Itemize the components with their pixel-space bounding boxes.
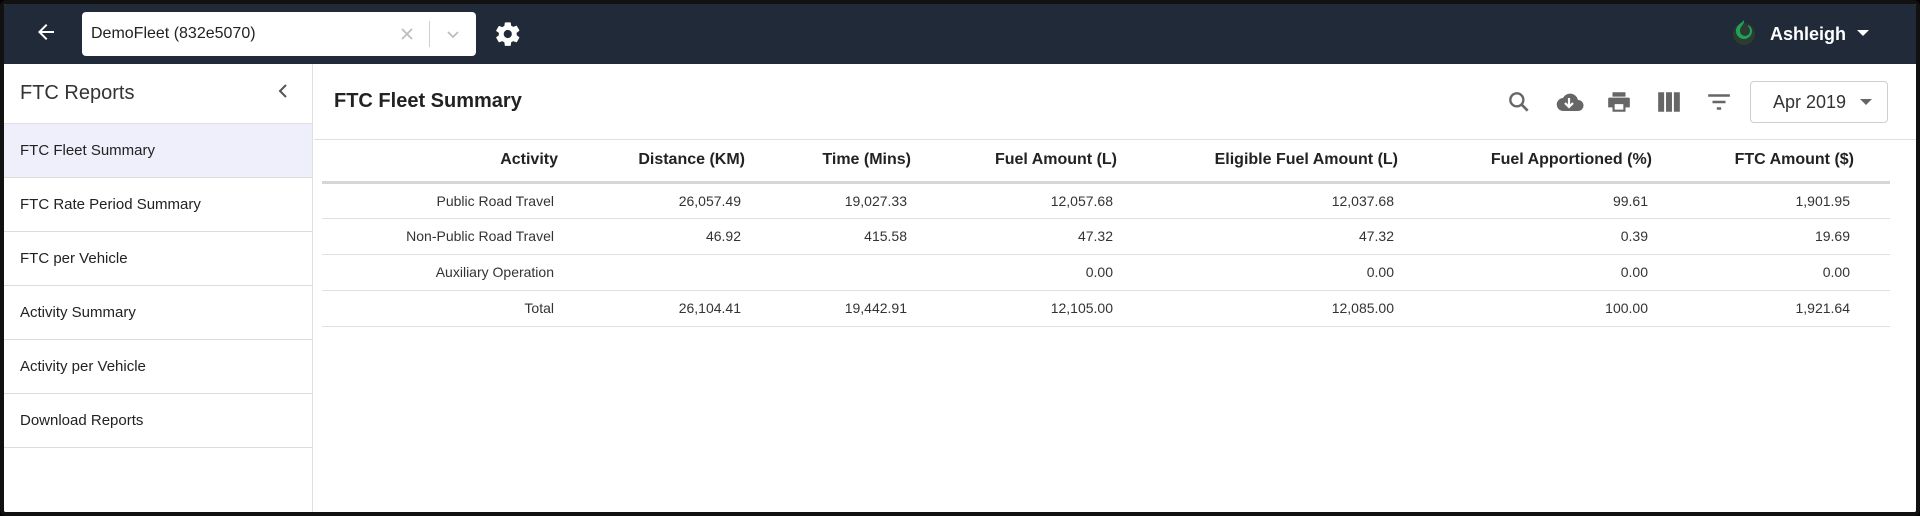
caret-down-icon [1860,99,1872,105]
month-select-value: Apr 2019 [1773,91,1847,112]
column-header-activity[interactable]: Activity [322,140,562,184]
table-cell: 99.61 [1402,182,1656,219]
table-header-row: Activity Distance (KM) Time (Mins) Fuel … [322,140,1890,184]
column-header-eligible-fuel[interactable]: Eligible Fuel Amount (L) [1121,140,1402,184]
main-header: FTC Fleet Summary Apr 2019 [314,64,1916,140]
sidebar-item-label: FTC Rate Period Summary [20,196,201,213]
table-cell: 19.69 [1656,218,1858,255]
top-bar: DemoFleet (832e5070) Ashleigh [4,4,1916,64]
table-cell: 46.92 [562,218,749,255]
back-button[interactable] [26,14,66,54]
flame-logo-icon [1730,17,1758,52]
gear-icon [496,22,520,46]
fleet-select[interactable]: DemoFleet (832e5070) [82,12,476,56]
table-row-total: Total 26,104.41 19,442.91 12,105.00 12,0… [322,290,1890,327]
main-panel: FTC Fleet Summary Apr 2019 Activity Dist… [314,64,1916,512]
table-cell: Total [322,290,562,327]
summary-table: Activity Distance (KM) Time (Mins) Fuel … [322,140,1890,327]
table-cell: Public Road Travel [322,182,562,219]
table-cell: Auxiliary Operation [322,254,562,291]
table-cell: 0.00 [915,254,1121,291]
collapse-sidebar-button[interactable] [276,83,292,104]
table-cell: 100.00 [1402,290,1656,327]
table-row: Auxiliary Operation 0.00 0.00 0.00 0.00 [322,254,1890,291]
table-cell-spacer [1858,182,1890,219]
user-menu[interactable]: Ashleigh [1730,4,1870,64]
table-cell: 47.32 [915,218,1121,255]
sidebar-title: FTC Reports [20,82,135,104]
chevron-down-icon [447,31,459,39]
column-header-ftc-amount[interactable]: FTC Amount ($) [1656,140,1858,184]
table-cell [749,254,915,291]
table-cell: 26,057.49 [562,182,749,219]
column-header-spacer [1858,140,1890,184]
table-cell: 0.00 [1121,254,1402,291]
table-cell: 12,105.00 [915,290,1121,327]
column-header-fuel-apportioned[interactable]: Fuel Apportioned (%) [1402,140,1656,184]
table-cell [562,254,749,291]
settings-button[interactable] [490,16,526,52]
table-cell-spacer [1858,218,1890,255]
column-header-fuel-amount[interactable]: Fuel Amount (L) [915,140,1121,184]
fleet-select-value: DemoFleet (832e5070) [91,25,256,42]
app-window: DemoFleet (832e5070) Ashleigh FTC Report… [0,0,1920,516]
table-cell: 12,085.00 [1121,290,1402,327]
table-cell: 415.58 [749,218,915,255]
dropdown-toggle[interactable] [430,26,476,42]
download-button[interactable] [1544,80,1594,124]
back-arrow-icon [34,20,58,49]
table-cell: 12,057.68 [915,182,1121,219]
table-cell: 0.00 [1656,254,1858,291]
table-cell: 0.39 [1402,218,1656,255]
sidebar-item-activity-summary[interactable]: Activity Summary [4,286,312,340]
sidebar-item-ftc-rate-period-summary[interactable]: FTC Rate Period Summary [4,178,312,232]
table-cell: Non-Public Road Travel [322,218,562,255]
column-header-time[interactable]: Time (Mins) [749,140,915,184]
table-cell-spacer [1858,254,1890,291]
summary-table-container: Activity Distance (KM) Time (Mins) Fuel … [322,140,1890,327]
print-button[interactable] [1594,80,1644,124]
table-cell: 1,901.95 [1656,182,1858,219]
column-header-distance[interactable]: Distance (KM) [562,140,749,184]
page-title: FTC Fleet Summary [334,90,522,112]
table-row: Public Road Travel 26,057.49 19,027.33 1… [322,182,1890,219]
search-button[interactable] [1494,80,1544,124]
table-cell-spacer [1858,290,1890,327]
columns-icon [1658,92,1680,112]
sidebar-header: FTC Reports [4,64,312,124]
sidebar-item-label: FTC per Vehicle [20,250,128,267]
sidebar: FTC Reports FTC Fleet Summary FTC Rate P… [4,64,313,512]
user-name: Ashleigh [1769,23,1846,44]
table-cell: 1,921.64 [1656,290,1858,327]
table-row: Non-Public Road Travel 46.92 415.58 47.3… [322,218,1890,255]
filter-icon [1708,94,1730,110]
table-cell: 19,442.91 [749,290,915,327]
sidebar-item-label: Download Reports [20,412,144,429]
sidebar-item-label: Activity Summary [20,304,136,321]
chevron-left-icon [278,84,287,98]
columns-button[interactable] [1644,80,1694,124]
table-cell: 0.00 [1402,254,1656,291]
table-cell: 19,027.33 [749,182,915,219]
sidebar-item-download-reports[interactable]: Download Reports [4,394,312,448]
table-cell: 12,037.68 [1121,182,1402,219]
toolbar: Apr 2019 [1494,80,1888,124]
cloud-download-icon [1556,93,1584,112]
print-icon [1608,92,1630,112]
clear-icon [401,28,413,40]
sidebar-item-label: Activity per Vehicle [20,358,146,375]
sidebar-item-label: FTC Fleet Summary [20,142,156,159]
caret-down-icon [1856,25,1870,43]
sidebar-item-ftc-fleet-summary[interactable]: FTC Fleet Summary [4,124,312,178]
sidebar-item-activity-per-vehicle[interactable]: Activity per Vehicle [4,340,312,394]
table-cell: 47.32 [1121,218,1402,255]
filter-button[interactable] [1694,80,1744,124]
month-select[interactable]: Apr 2019 [1750,81,1888,123]
table-cell: 26,104.41 [562,290,749,327]
clear-button[interactable] [393,26,421,42]
search-icon [1509,92,1529,112]
sidebar-item-ftc-per-vehicle[interactable]: FTC per Vehicle [4,232,312,286]
